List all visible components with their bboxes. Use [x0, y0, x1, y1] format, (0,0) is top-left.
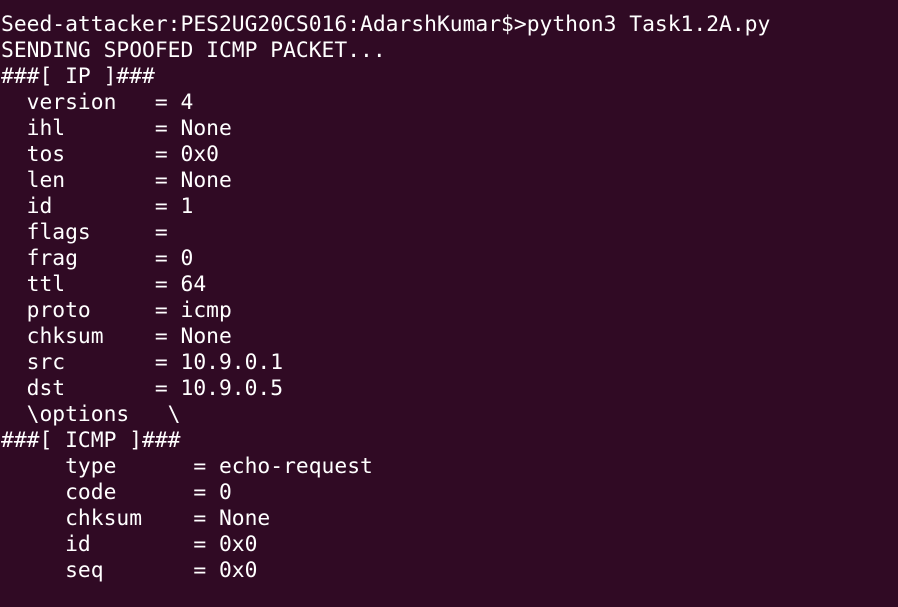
- ip-field-ihl: ihl = None: [1, 116, 232, 141]
- icmp-field-type: type = echo-request: [1, 454, 373, 479]
- icmp-field-code: code = 0: [1, 480, 232, 505]
- ip-field-src: src = 10.9.0.1: [1, 350, 284, 375]
- icmp-layer-header: ###[ ICMP ]###: [1, 428, 181, 453]
- ip-field-frag: frag = 0: [1, 246, 194, 271]
- ip-field-chksum: chksum = None: [1, 324, 232, 349]
- ip-field-dst: dst = 10.9.0.5: [1, 376, 284, 401]
- icmp-field-id: id = 0x0: [1, 532, 258, 557]
- ip-field-tos: tos = 0x0: [1, 142, 219, 167]
- ip-field-options: \options \: [1, 402, 181, 427]
- ip-layer-header: ###[ IP ]###: [1, 64, 155, 89]
- ip-field-flags: flags =: [1, 220, 181, 245]
- icmp-field-chksum: chksum = None: [1, 506, 271, 531]
- ip-field-ttl: ttl = 64: [1, 272, 207, 297]
- terminal-window[interactable]: Seed-attacker:PES2UG20CS016:AdarshKumar$…: [0, 0, 898, 607]
- ip-field-version: version = 4: [1, 90, 194, 115]
- icmp-field-seq: seq = 0x0: [1, 558, 258, 583]
- ip-field-proto: proto = icmp: [1, 298, 232, 323]
- output-sending-line: SENDING SPOOFED ICMP PACKET...: [1, 38, 386, 63]
- ip-field-len: len = None: [1, 168, 232, 193]
- command-prompt-line: Seed-attacker:PES2UG20CS016:AdarshKumar$…: [1, 12, 771, 37]
- ip-field-id: id = 1: [1, 194, 194, 219]
